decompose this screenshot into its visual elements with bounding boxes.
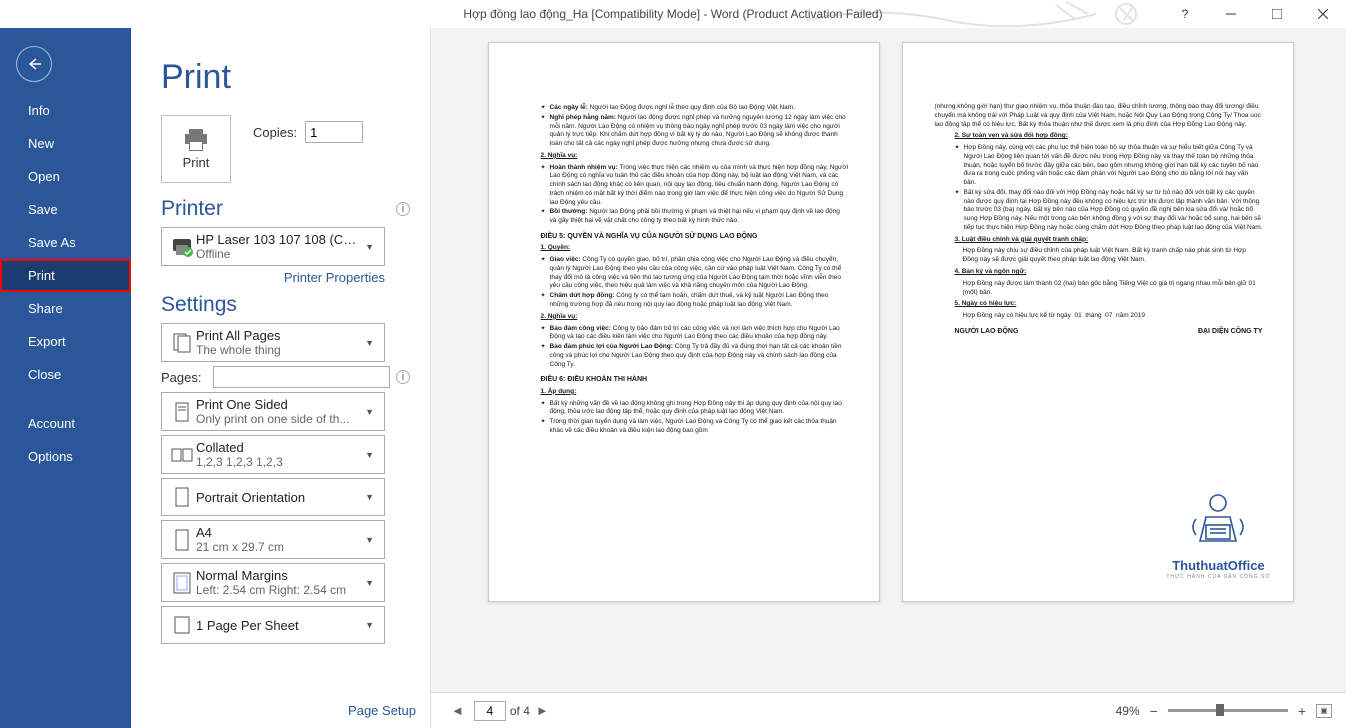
sidebar-item-new[interactable]: New <box>0 127 131 160</box>
pages-per-sheet-dropdown[interactable]: 1 Page Per Sheet ▼ <box>161 606 385 644</box>
print-range-dropdown[interactable]: Print All PagesThe whole thing ▼ <box>161 323 385 362</box>
printer-properties-link[interactable]: Printer Properties <box>161 270 385 285</box>
zoom-value: 49% <box>1116 704 1140 718</box>
printer-status: Offline <box>196 247 361 261</box>
copies-label: Copies: <box>253 125 297 140</box>
orientation-dropdown[interactable]: Portrait Orientation ▼ <box>161 478 385 516</box>
printer-heading: Printer <box>161 197 223 221</box>
print-button-label: Print <box>183 155 210 170</box>
paper-size-dropdown[interactable]: A421 cm x 29.7 cm ▼ <box>161 520 385 559</box>
printer-dropdown[interactable]: HP Laser 103 107 108 (Copy 1) Offline ▼ <box>161 227 385 266</box>
sidebar-item-share[interactable]: Share <box>0 292 131 325</box>
caret-icon: ▼ <box>361 535 378 545</box>
preview-page-left: Các ngày lễ: Người lao Động được nghỉ lễ… <box>488 42 880 602</box>
pages-icon <box>168 332 196 354</box>
caret-icon: ▼ <box>361 450 378 460</box>
caret-icon: ▼ <box>361 578 378 588</box>
info-icon[interactable]: i <box>396 370 410 384</box>
sidebar-item-options[interactable]: Options <box>0 440 131 473</box>
page-setup-link[interactable]: Page Setup <box>348 703 416 718</box>
close-button[interactable] <box>1300 0 1346 28</box>
maximize-button[interactable] <box>1254 0 1300 28</box>
help-button[interactable]: ? <box>1162 0 1208 28</box>
pages-input[interactable] <box>213 366 390 388</box>
printer-name: HP Laser 103 107 108 (Copy 1) <box>196 232 361 247</box>
minimize-button[interactable] <box>1208 0 1254 28</box>
back-button[interactable] <box>16 46 52 82</box>
sheet-icon <box>168 615 196 635</box>
caret-icon: ▼ <box>361 407 378 417</box>
print-preview: Các ngày lễ: Người lao Động được nghỉ lễ… <box>431 28 1346 728</box>
next-page-button[interactable]: ► <box>530 703 555 718</box>
page-title: Print <box>161 58 410 97</box>
current-page-input[interactable] <box>474 701 506 721</box>
sidebar-item-close[interactable]: Close <box>0 358 131 391</box>
paper-icon <box>168 529 196 551</box>
zoom-slider[interactable] <box>1168 709 1288 712</box>
printer-icon <box>168 237 196 257</box>
sidebar-item-open[interactable]: Open <box>0 160 131 193</box>
caret-icon: ▼ <box>361 620 378 630</box>
collate-dropdown[interactable]: Collated1,2,3 1,2,3 1,2,3 ▼ <box>161 435 385 474</box>
margins-dropdown[interactable]: Normal MarginsLeft: 2.54 cm Right: 2.54 … <box>161 563 385 602</box>
copies-input[interactable] <box>305 121 363 143</box>
zoom-out-button[interactable]: − <box>1148 703 1160 719</box>
preview-page-right: (nhưng không giới hạn) thư giao nhiệm vụ… <box>902 42 1294 602</box>
sides-dropdown[interactable]: Print One SidedOnly print on one side of… <box>161 392 385 431</box>
caret-icon: ▼ <box>361 338 378 348</box>
info-icon[interactable]: i <box>396 202 410 216</box>
decorative-swirl <box>796 0 1196 28</box>
page-count-label: of 4 <box>510 704 530 718</box>
pages-label: Pages: <box>161 370 207 385</box>
fit-page-button[interactable]: ▣ <box>1316 704 1332 718</box>
sidebar-item-account[interactable]: Account <box>0 407 131 440</box>
caret-icon: ▼ <box>361 242 378 252</box>
settings-heading: Settings <box>161 293 237 317</box>
sidebar-item-print[interactable]: Print <box>0 259 131 292</box>
sidebar-item-export[interactable]: Export <box>0 325 131 358</box>
backstage-sidebar: Info New Open Save Save As Print Share E… <box>0 28 131 728</box>
watermark-logo: ThuthuatOffice THỰC HÀNH CỦA DÂN CÔNG SỞ <box>1166 489 1270 581</box>
print-button[interactable]: Print <box>161 115 231 183</box>
caret-icon: ▼ <box>361 492 378 502</box>
one-sided-icon <box>168 401 196 423</box>
prev-page-button[interactable]: ◄ <box>445 703 470 718</box>
margins-icon <box>168 572 196 594</box>
sidebar-item-info[interactable]: Info <box>0 94 131 127</box>
portrait-icon <box>168 487 196 507</box>
collated-icon <box>168 445 196 465</box>
zoom-in-button[interactable]: + <box>1296 703 1308 719</box>
sidebar-item-save[interactable]: Save <box>0 193 131 226</box>
sidebar-item-save-as[interactable]: Save As <box>0 226 131 259</box>
